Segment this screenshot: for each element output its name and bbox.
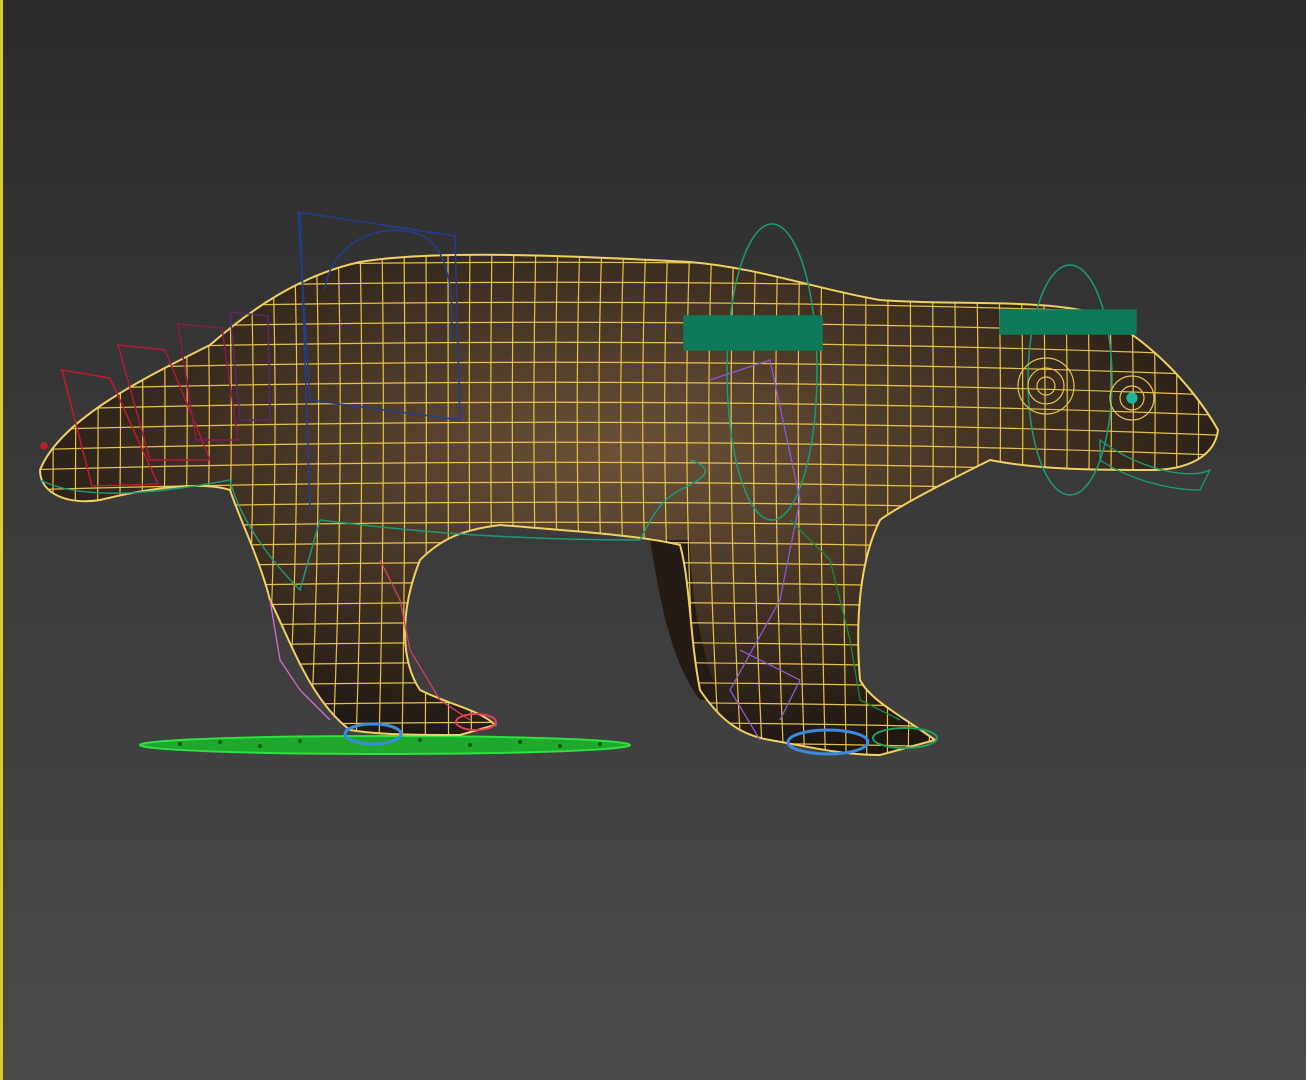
mesh-edge-horizontal [40,254,1218,257]
mesh-edge-horizontal [40,701,1218,717]
mesh-edge-vertical [28,240,31,780]
mesh-edge-vertical [47,254,54,755]
mesh-edge-horizontal [40,641,1218,657]
mesh-edge-vertical [447,254,450,755]
mesh-edge-horizontal [40,561,1218,577]
shoulder-handle [683,315,823,351]
mesh-edge-vertical [152,254,166,755]
mesh-edge-vertical [195,254,210,755]
mesh-edge-vertical [1210,254,1218,755]
mesh-edge-horizontal [40,661,1218,677]
mesh-edge-horizontal [40,621,1218,637]
mesh-edge-horizontal [40,541,1218,557]
tail-tip-handle [40,442,48,450]
mesh-edge-vertical [173,254,188,755]
mesh-edge-vertical [1142,254,1156,755]
eye-pupil [1126,392,1138,404]
mesh-edge-vertical [130,254,144,755]
3d-viewport[interactable] [0,0,1306,1080]
mesh-edge-vertical [217,254,232,755]
mesh-edge-horizontal [40,681,1218,697]
mesh-edge-horizontal [40,721,1218,737]
head-handle [999,309,1137,335]
mesh-edge-vertical [68,254,77,755]
viewport-scene[interactable] [0,0,1306,1080]
mesh-edge-horizontal [40,601,1218,617]
ground-plane-helper[interactable] [139,735,631,755]
mesh-edge-vertical [109,254,122,755]
mesh-edge-vertical [1164,254,1178,755]
mesh-edge-vertical [1187,254,1200,755]
mesh-edge-vertical [89,254,99,755]
mesh-edge-vertical [886,254,889,755]
mesh-edge-horizontal [20,762,1240,776]
mesh-edge-horizontal [40,581,1218,597]
